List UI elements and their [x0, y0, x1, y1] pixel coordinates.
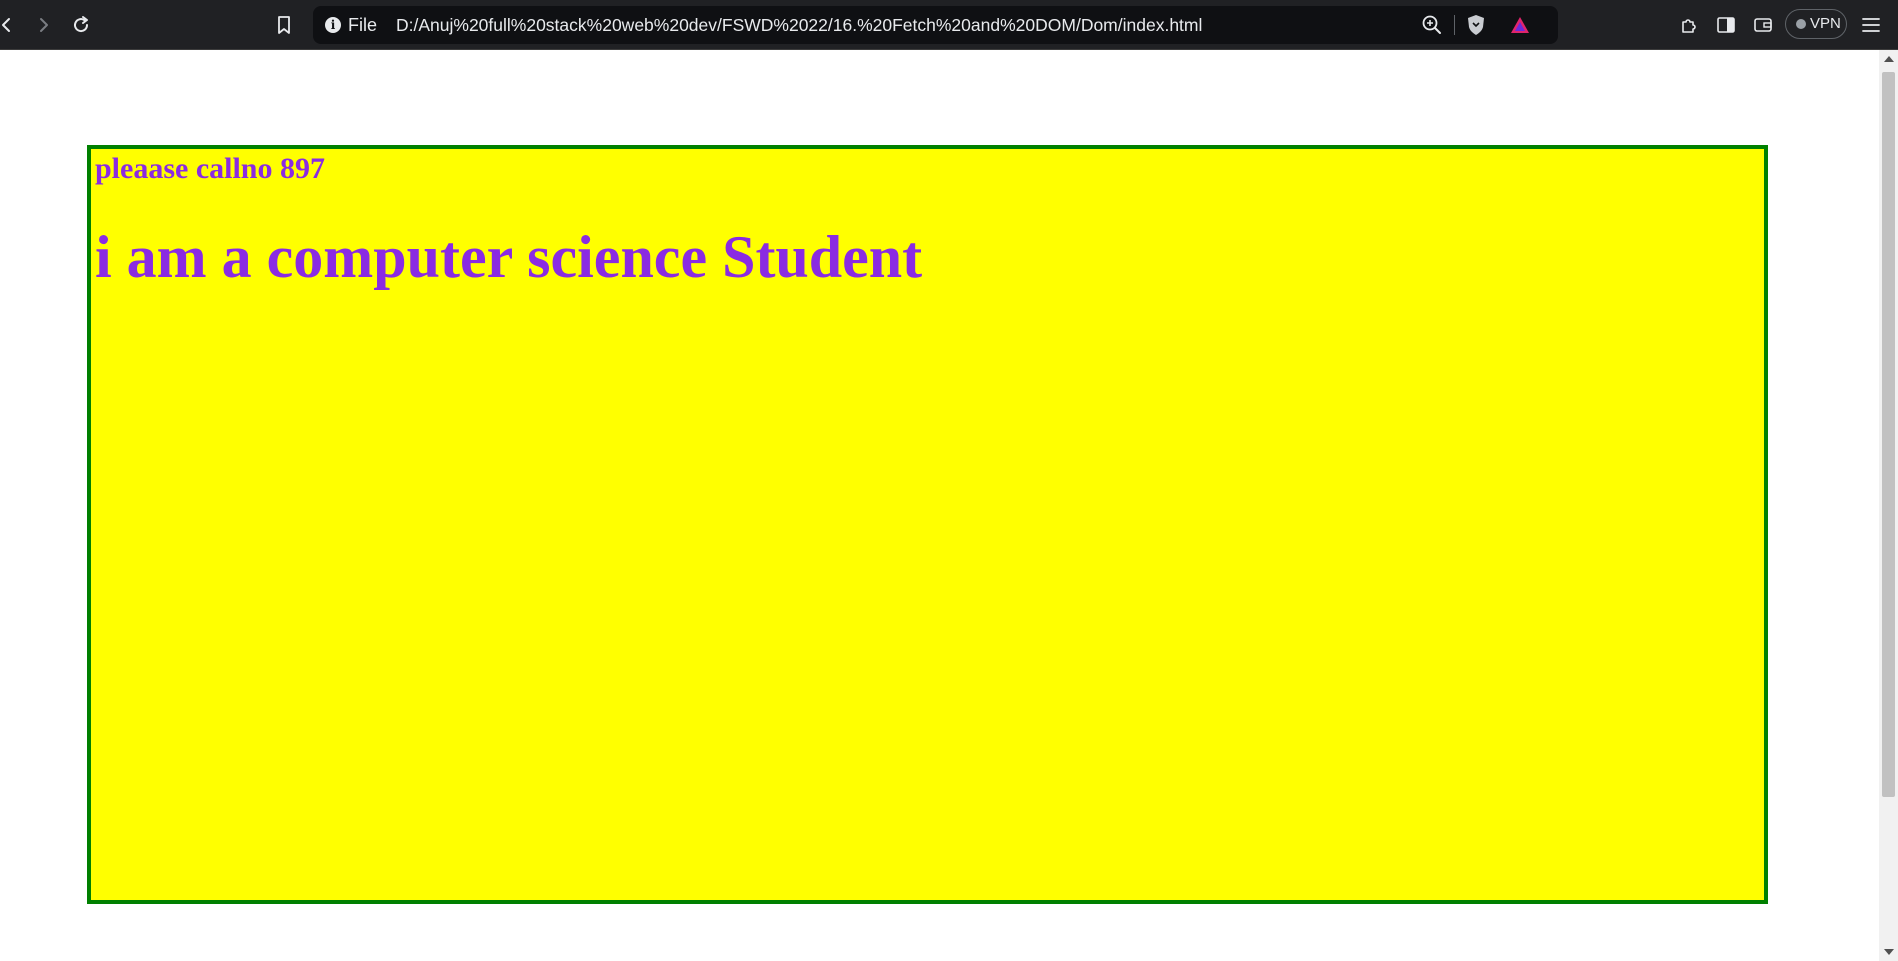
zoom-icon[interactable] — [1419, 13, 1445, 37]
vpn-status-icon — [1796, 19, 1806, 29]
yellow-container: pleaase callno 897 i am a computer scien… — [87, 145, 1768, 904]
menu-icon[interactable] — [1856, 10, 1886, 40]
vpn-button[interactable]: VPN — [1785, 9, 1847, 39]
scroll-thumb[interactable] — [1882, 72, 1895, 797]
address-bar[interactable]: i File D:/Anuj%20full%20stack%20web%20de… — [313, 6, 1558, 44]
wallet-icon[interactable] — [1748, 10, 1778, 40]
reload-icon[interactable] — [66, 10, 96, 40]
scroll-down-icon[interactable] — [1884, 949, 1894, 955]
vertical-scrollbar[interactable] — [1879, 50, 1898, 961]
back-icon[interactable] — [0, 10, 22, 40]
info-icon[interactable]: i — [325, 17, 341, 33]
forward-icon[interactable] — [28, 10, 58, 40]
url-text[interactable]: D:/Anuj%20full%20stack%20web%20dev/FSWD%… — [396, 15, 1202, 35]
sidebar-icon[interactable] — [1711, 10, 1741, 40]
browser-toolbar: i File D:/Anuj%20full%20stack%20web%20de… — [0, 0, 1898, 50]
bookmark-icon[interactable] — [269, 10, 299, 40]
omnibox-separator — [1454, 15, 1455, 35]
scroll-up-icon[interactable] — [1884, 56, 1894, 62]
brave-rewards-icon[interactable] — [1507, 13, 1533, 37]
page-viewport: pleaase callno 897 i am a computer scien… — [0, 50, 1879, 961]
extensions-icon[interactable] — [1674, 10, 1704, 40]
scheme-label: File — [348, 15, 378, 35]
call-heading: pleaase callno 897 — [95, 152, 325, 185]
brave-shields-icon[interactable] — [1463, 13, 1489, 37]
student-heading: i am a computer science Student — [95, 224, 923, 290]
vpn-label: VPN — [1810, 15, 1841, 32]
